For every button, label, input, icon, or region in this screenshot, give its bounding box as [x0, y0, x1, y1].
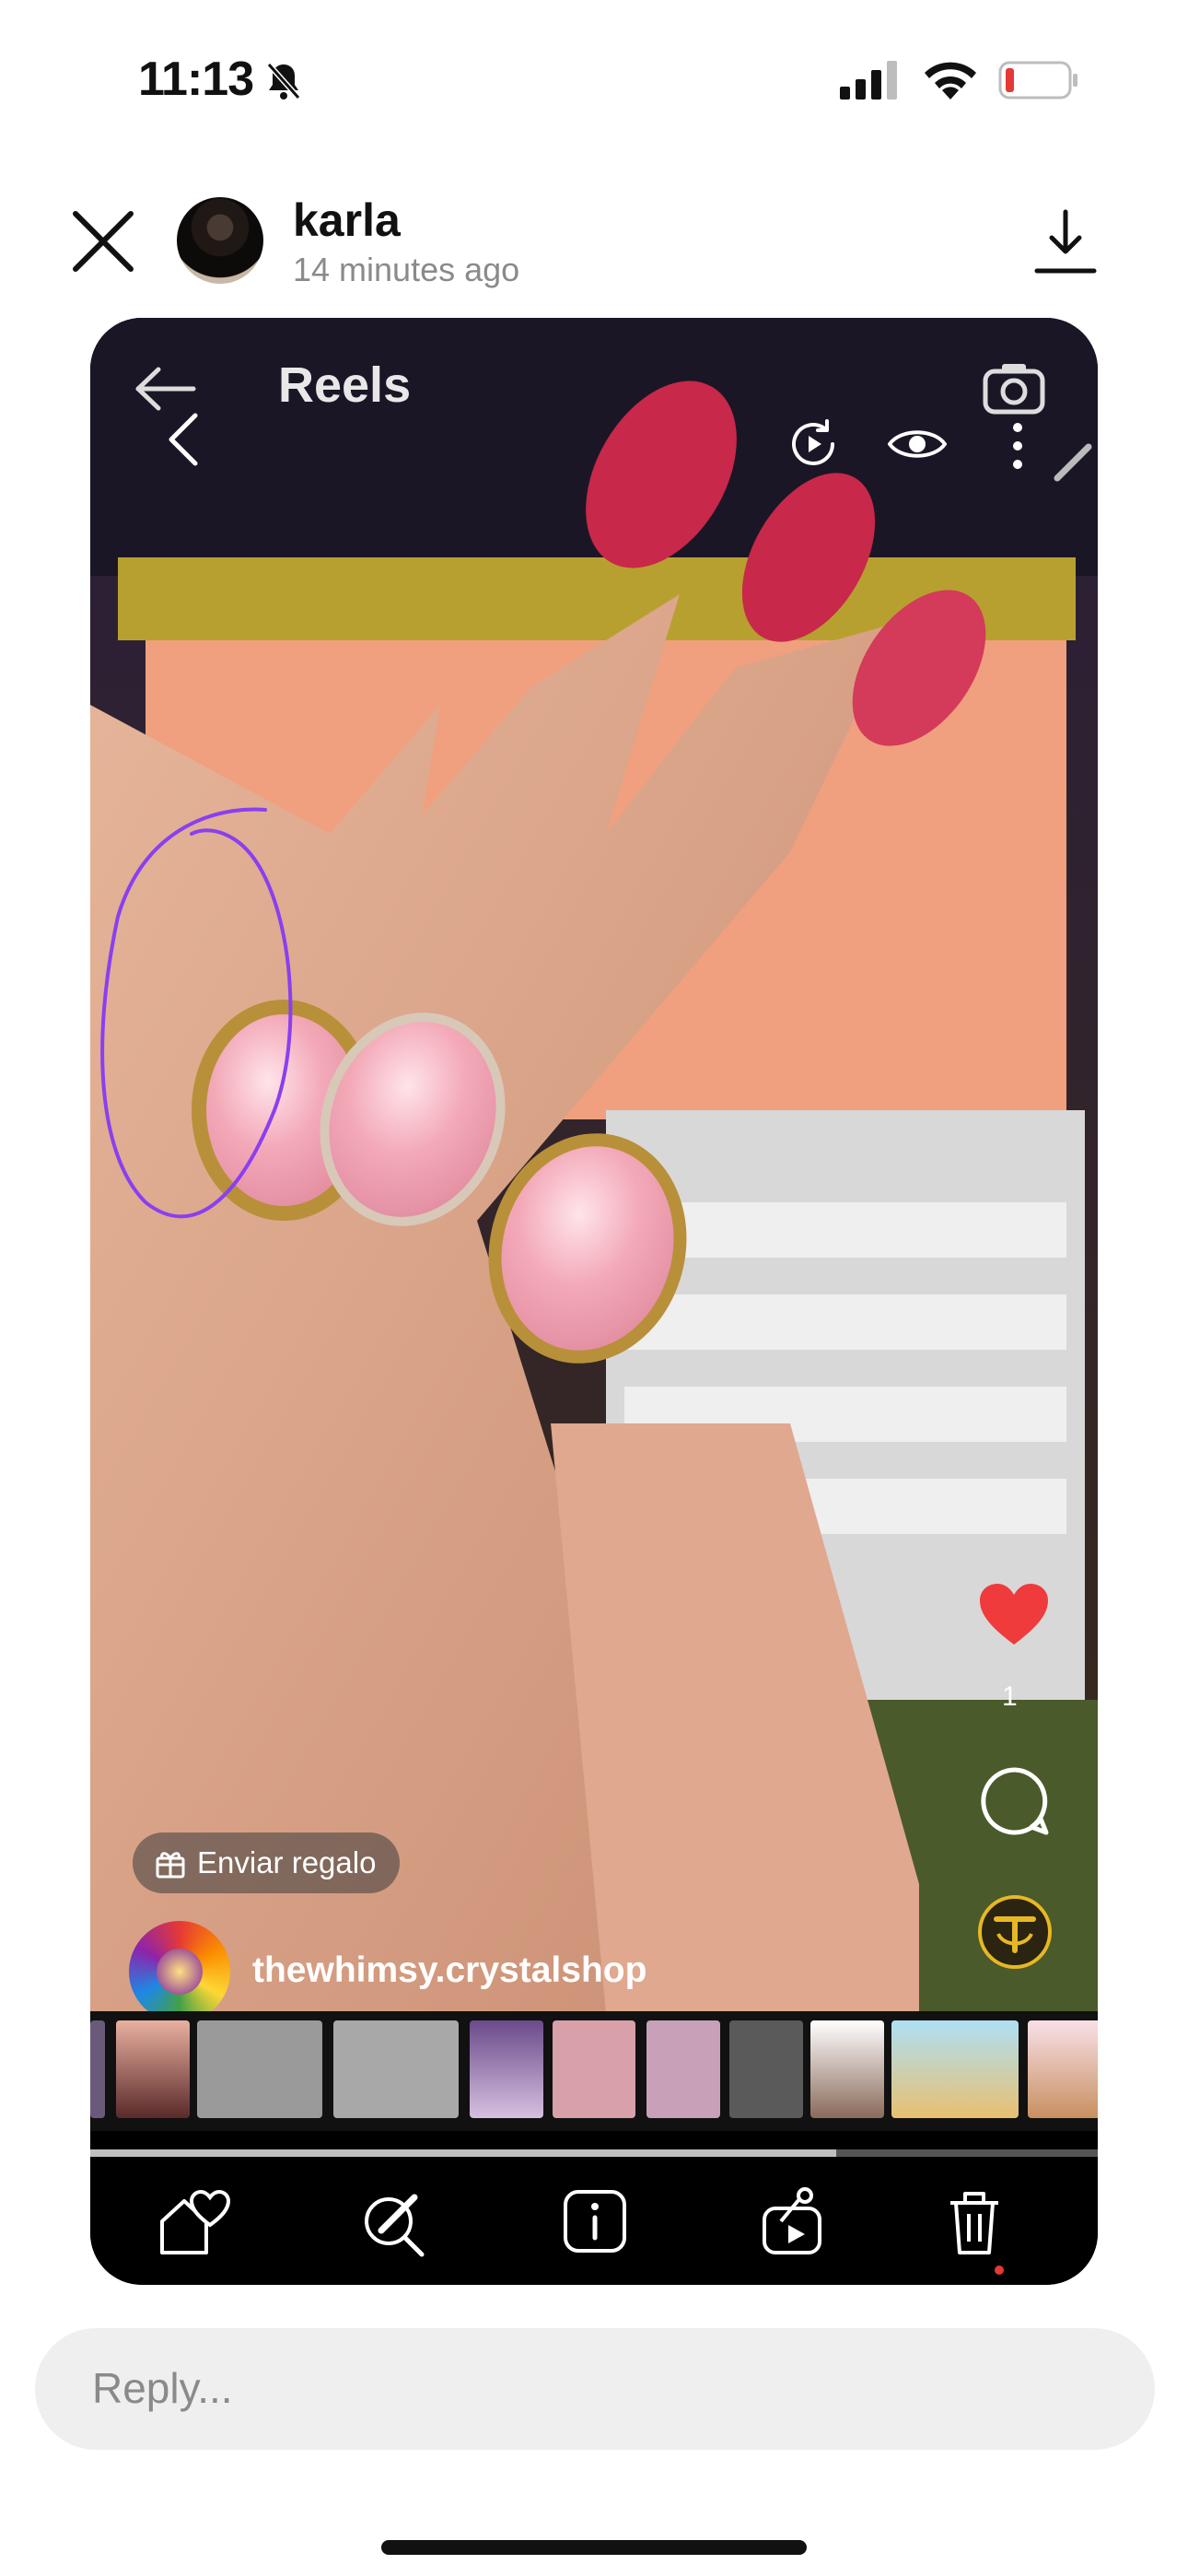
cellular-signal-icon	[840, 61, 897, 100]
creator-badge-icon[interactable]	[976, 1893, 1054, 1971]
status-time: 11:13	[138, 53, 254, 106]
eye-icon[interactable]	[888, 425, 947, 463]
thumbnail[interactable]	[470, 2020, 543, 2118]
download-icon[interactable]	[1031, 208, 1100, 276]
camera-icon[interactable]	[982, 360, 1046, 416]
heart-icon[interactable]	[978, 1582, 1050, 1646]
edit-search-icon[interactable]	[357, 2184, 431, 2258]
thumbnail[interactable]	[1028, 2020, 1098, 2118]
gift-icon	[156, 1852, 185, 1879]
thumbnail[interactable]	[810, 2020, 884, 2118]
trash-icon[interactable]	[938, 2184, 1011, 2258]
chevron-left-icon[interactable]	[166, 412, 203, 467]
comment-icon[interactable]	[980, 1766, 1050, 1836]
close-icon[interactable]	[70, 208, 136, 275]
wifi-icon	[925, 62, 976, 100]
playback-progress-bar[interactable]	[90, 2149, 1098, 2157]
playback-progress-fill	[90, 2149, 836, 2157]
thumbnail[interactable]	[646, 2020, 720, 2118]
reply-input[interactable]: Reply...	[35, 2328, 1155, 2450]
reel-creator-handle[interactable]: thewhimsy.crystalshop	[252, 1950, 646, 1991]
reply-placeholder: Reply...	[92, 2364, 233, 2412]
send-gift-button[interactable]: Enviar regalo	[133, 1832, 401, 1893]
thumbnail[interactable]	[553, 2020, 635, 2118]
send-gift-label: Enviar regalo	[197, 1845, 377, 1879]
back-arrow-icon[interactable]	[133, 366, 197, 412]
home-indicator[interactable]	[381, 2540, 807, 2555]
thumbnail[interactable]	[197, 2020, 322, 2118]
story-toolbar	[90, 2160, 1098, 2285]
story-media-card[interactable]: Reels 1 Enviar regalo thewhimsy.crystals…	[90, 318, 1098, 2285]
reel-thumbnail-strip[interactable]	[90, 2011, 1098, 2131]
reels-title: Reels	[278, 357, 412, 413]
more-vertical-icon[interactable]	[1011, 421, 1024, 471]
replay-icon[interactable]	[786, 417, 840, 471]
thumbnail[interactable]	[333, 2020, 459, 2118]
home-heart-icon[interactable]	[157, 2184, 230, 2258]
notification-dot	[995, 2266, 1004, 2275]
drawn-circle-annotation	[100, 807, 293, 1219]
battery-low-icon	[998, 61, 1077, 100]
pencil-icon[interactable]	[1048, 438, 1098, 487]
like-count: 1	[1002, 1681, 1018, 1712]
thumbnail[interactable]	[90, 2020, 105, 2118]
info-icon[interactable]	[558, 2184, 632, 2258]
reels-top-overlay	[90, 318, 1098, 493]
reel-creator-avatar[interactable]	[129, 1921, 230, 2022]
bell-slash-icon	[266, 63, 301, 100]
thumbnail[interactable]	[116, 2020, 190, 2118]
share-icon[interactable]	[757, 2184, 831, 2258]
thumbnail[interactable]	[891, 2020, 1019, 2118]
story-timestamp: 14 minutes ago	[293, 251, 520, 288]
avatar[interactable]	[177, 197, 263, 284]
username[interactable]: karla	[293, 193, 401, 247]
thumbnail[interactable]	[729, 2020, 803, 2118]
